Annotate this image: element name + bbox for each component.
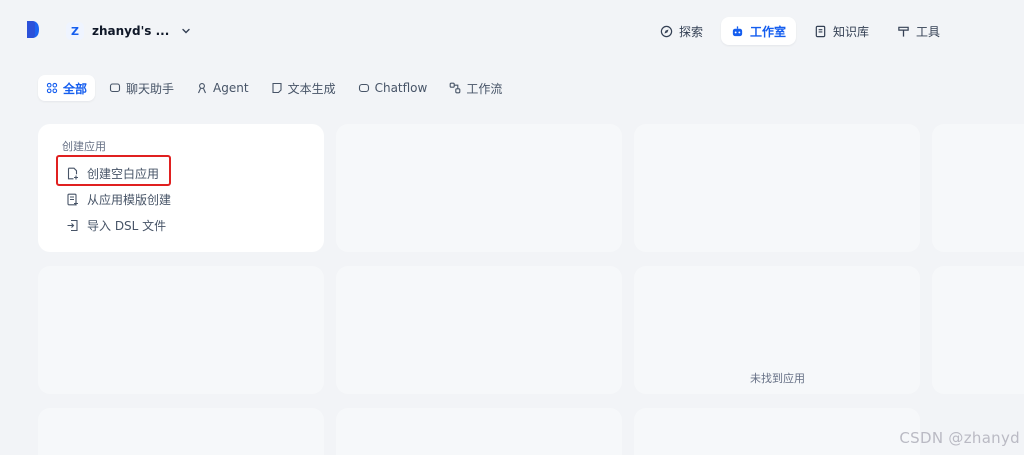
nav-tools-label: 工具 <box>916 24 941 39</box>
nav-tools[interactable]: 工具 <box>887 17 950 45</box>
tab-agent[interactable]: Agent <box>188 75 257 101</box>
main-nav: 探索 工作室 知识库 工具 <box>650 17 950 45</box>
workspace-avatar: Z <box>66 22 84 40</box>
import-dsl-button[interactable]: 导入 DSL 文件 <box>62 212 300 238</box>
import-dsl-label: 导入 DSL 文件 <box>87 218 167 233</box>
create-app-card: 创建应用 创建空白应用 从应用模版创建 导入 DSL 文件 <box>38 124 324 252</box>
tab-workflow-label: 工作流 <box>466 81 503 96</box>
tab-chat-assistant-label: 聊天助手 <box>126 81 175 96</box>
watermark-text: CSDN @zhanyd <box>899 429 1020 447</box>
import-icon <box>67 219 78 231</box>
create-blank-app-button[interactable]: 创建空白应用 <box>62 160 300 186</box>
empty-state-text: 未找到应用 <box>750 372 805 385</box>
book-icon <box>815 25 826 37</box>
app-card-placeholder <box>634 124 920 252</box>
tab-workflow[interactable]: 工作流 <box>441 75 510 101</box>
tab-all-label: 全部 <box>63 81 88 96</box>
workflow-icon <box>449 82 461 94</box>
tab-all[interactable]: 全部 <box>38 75 96 101</box>
create-from-template-button[interactable]: 从应用模版创建 <box>62 186 300 212</box>
nav-explore-label: 探索 <box>679 24 704 39</box>
chatflow-icon <box>358 83 369 93</box>
chevron-down-icon <box>182 28 190 34</box>
app-card-placeholder <box>336 266 622 394</box>
app-card-placeholder <box>634 408 920 455</box>
workspace-selector[interactable]: Z zhanyd's ... <box>66 20 191 42</box>
grid-icon <box>46 82 58 94</box>
robot-icon <box>732 25 743 36</box>
nav-knowledge[interactable]: 知识库 <box>804 17 879 45</box>
app-card-placeholder <box>932 266 1024 394</box>
top-navigation-bar: Z zhanyd's ... 探索 工作室 知识库 工具 <box>0 0 1024 60</box>
agent-icon <box>198 83 207 94</box>
nav-studio-label: 工作室 <box>750 24 787 39</box>
nav-studio[interactable]: 工作室 <box>721 17 797 45</box>
tab-text-generation-label: 文本生成 <box>287 81 336 96</box>
template-icon <box>67 193 78 205</box>
create-blank-app-label: 创建空白应用 <box>87 166 160 181</box>
app-card-placeholder <box>336 124 622 252</box>
compass-icon <box>660 25 673 37</box>
tab-chatflow-label: Chatflow <box>374 81 428 95</box>
tab-chat-assistant[interactable]: 聊天助手 <box>101 75 182 101</box>
tab-text-generation[interactable]: 文本生成 <box>263 75 344 101</box>
app-card-placeholder <box>336 408 622 455</box>
hammer-icon <box>898 26 909 37</box>
app-card-placeholder <box>38 408 324 455</box>
chat-icon <box>109 83 121 93</box>
file-plus-icon <box>67 167 78 179</box>
dify-logo-icon[interactable] <box>26 20 40 39</box>
create-from-template-label: 从应用模版创建 <box>87 192 172 207</box>
tab-agent-label: Agent <box>213 81 249 95</box>
app-card-placeholder <box>38 266 324 394</box>
document-icon <box>272 82 282 94</box>
app-card-placeholder <box>932 124 1024 252</box>
nav-knowledge-label: 知识库 <box>833 24 870 39</box>
tab-chatflow[interactable]: Chatflow <box>350 75 436 101</box>
app-type-tabs: 全部 聊天助手 Agent 文本生成 Chatflow 工作流 <box>38 75 510 101</box>
nav-explore[interactable]: 探索 <box>650 17 713 45</box>
create-app-title: 创建应用 <box>62 140 106 153</box>
workspace-name: zhanyd's ... <box>92 24 170 38</box>
